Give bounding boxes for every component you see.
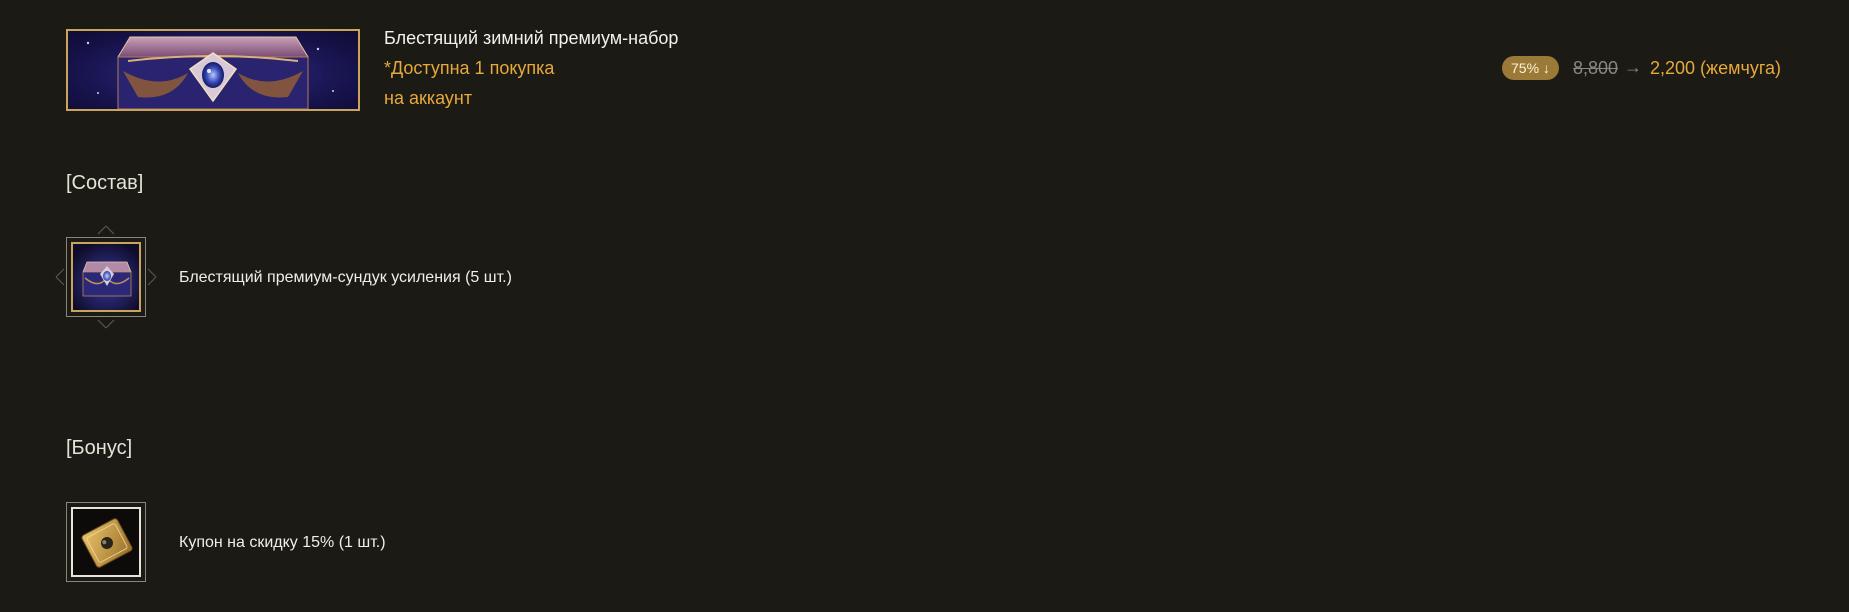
enhancement-chest-slot[interactable] bbox=[66, 237, 146, 317]
package-title: Блестящий зимний премиум-набор bbox=[384, 28, 679, 48]
bonus-section-title: [Бонус] bbox=[66, 437, 133, 459]
composition-section-title: [Состав] bbox=[66, 172, 144, 194]
purchase-limit-scope: на аккаунт bbox=[384, 88, 473, 108]
package-detail-panel: Блестящий зимний премиум-набор *Доступна… bbox=[0, 0, 1849, 612]
purchase-limit-text: *Доступна 1 покупка bbox=[384, 58, 555, 78]
old-price: 8,800 bbox=[1573, 58, 1619, 78]
price-arrow-icon: → bbox=[1624, 57, 1642, 77]
enhancement-chest-icon bbox=[71, 242, 141, 312]
discount-coupon-slot[interactable] bbox=[66, 502, 146, 582]
discount-coupon-icon bbox=[71, 507, 141, 577]
discount-badge: 75% ↓ bbox=[1502, 56, 1559, 80]
premium-chest-banner-icon bbox=[86, 36, 334, 109]
composition-item-label: Блестящий премиум-сундук усиления (5 шт.… bbox=[179, 269, 512, 286]
package-banner-image bbox=[66, 29, 360, 111]
bonus-item-label: Купон на скидку 15% (1 шт.) bbox=[179, 534, 386, 551]
new-price: 2,200 (жемчуга) bbox=[1650, 58, 1782, 78]
